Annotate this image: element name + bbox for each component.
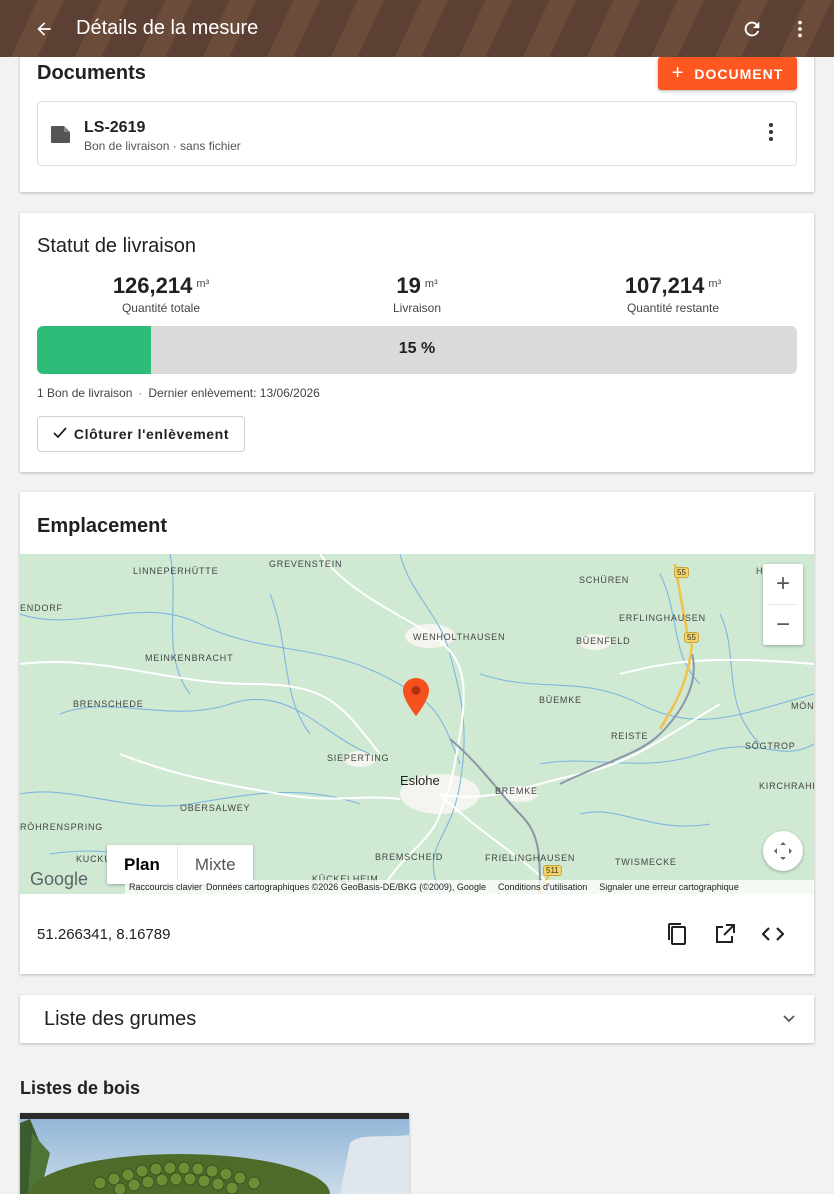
wood-pile-photo[interactable] bbox=[20, 1113, 409, 1194]
logs-list-panel[interactable]: Liste des grumes bbox=[20, 995, 814, 1043]
map-place: MÖN bbox=[791, 701, 814, 711]
document-item[interactable]: LS-2619 Bon de livraison · sans fichier bbox=[37, 101, 797, 166]
map-place: BRENSCHEDE bbox=[73, 699, 144, 709]
map-place: OBERSALWEY bbox=[180, 803, 251, 813]
zoom-in-button[interactable]: + bbox=[763, 564, 803, 604]
wood-lists-title: Listes de bois bbox=[20, 1078, 141, 1098]
status-title: Statut de livraison bbox=[37, 235, 196, 257]
chevron-down-icon[interactable] bbox=[782, 1011, 796, 1029]
map-terrain bbox=[20, 554, 814, 894]
copy-icon[interactable] bbox=[663, 920, 691, 948]
map-place: SCHÜREN bbox=[579, 575, 630, 585]
delivery-status-card: Statut de livraison 126,214 m³ Quantité t… bbox=[20, 213, 814, 472]
report-error-link[interactable]: Signaler une erreur cartographique bbox=[599, 882, 739, 892]
plus-icon: + bbox=[671, 62, 685, 84]
google-logo: Google bbox=[30, 869, 89, 889]
documents-card: Documents + DOCUMENT LS-2619 Bon de livr… bbox=[20, 40, 814, 192]
more-vertical-icon[interactable] bbox=[786, 15, 814, 43]
check-icon bbox=[53, 426, 67, 442]
coordinates: 51.266341, 8.16789 bbox=[37, 926, 171, 943]
documents-title: Documents bbox=[37, 62, 146, 84]
stat-label: Livraison bbox=[392, 301, 442, 315]
stat-value: 19 bbox=[396, 273, 421, 298]
map-place: GREVENSTEIN bbox=[269, 559, 343, 569]
map-place: BÜEMKE bbox=[539, 695, 582, 705]
terms-link[interactable]: Conditions d'utilisation bbox=[498, 882, 587, 892]
stat-unit: m³ bbox=[196, 278, 210, 290]
location-card: Emplacement LINNEPERHÜTTE GREVENSTEIN SC… bbox=[20, 492, 814, 974]
map[interactable]: LINNEPERHÜTTE GREVENSTEIN SCHÜREN HORBA … bbox=[20, 554, 814, 894]
stat-label: Quantité totale bbox=[121, 301, 201, 315]
map-place: ERFLINGHAUSEN bbox=[619, 613, 706, 623]
last-pickup: Dernier enlèvement: 13/06/2026 bbox=[148, 386, 320, 400]
code-icon[interactable] bbox=[759, 920, 787, 948]
map-place: LINNEPERHÜTTE bbox=[133, 566, 219, 576]
stat-remaining: 107,214 m³ Quantité restante bbox=[573, 273, 773, 315]
map-place: MEINKENBRACHT bbox=[145, 653, 234, 663]
location-title: Emplacement bbox=[37, 515, 168, 537]
page-title: Détails de la mesure bbox=[76, 17, 259, 39]
stat-value: 126,214 bbox=[112, 273, 193, 298]
stat-value: 107,214 bbox=[624, 273, 705, 298]
open-external-icon[interactable] bbox=[711, 920, 739, 948]
keyboard-shortcuts-link[interactable]: Raccourcis clavier bbox=[129, 882, 202, 892]
map-place: BREMKE bbox=[495, 786, 538, 796]
map-place: SÖGTROP bbox=[745, 741, 796, 751]
map-place: SIEPERTING bbox=[327, 753, 390, 763]
add-document-button[interactable]: + DOCUMENT bbox=[658, 57, 797, 90]
close-pickup-button[interactable]: Clôturer l'enlèvement bbox=[37, 416, 245, 452]
map-place: TWISMECKE bbox=[615, 857, 677, 867]
map-place: KIRCHRAHE bbox=[759, 781, 814, 791]
road-shield: 511 bbox=[543, 865, 562, 876]
progress-label: 15 % bbox=[398, 340, 436, 357]
map-place: BREMSCHEID bbox=[375, 852, 444, 862]
map-pin-icon[interactable] bbox=[403, 678, 429, 721]
app-bar: Détails de la mesure bbox=[0, 0, 834, 57]
zoom-out-button[interactable]: − bbox=[763, 605, 803, 645]
map-zoom-control: + − bbox=[763, 564, 803, 645]
map-place: REISTE bbox=[611, 731, 649, 741]
map-type-mixed[interactable]: Mixte bbox=[176, 845, 253, 884]
arrow-left-icon[interactable] bbox=[30, 15, 58, 43]
document-name: LS-2619 bbox=[84, 119, 146, 136]
map-place: ENDORF bbox=[20, 603, 63, 613]
refresh-icon[interactable] bbox=[738, 15, 766, 43]
map-place-town: Eslohe bbox=[400, 773, 440, 788]
map-data-attribution: Données cartographiques ©2026 GeoBasis-D… bbox=[206, 882, 486, 892]
logs-list-title: Liste des grumes bbox=[44, 1008, 197, 1030]
road-shield: 55 bbox=[684, 632, 699, 643]
document-more-icon[interactable] bbox=[768, 122, 774, 147]
map-place: WENHOLTHAUSEN bbox=[413, 632, 506, 642]
map-place: RÖHRENSPRING bbox=[20, 822, 104, 832]
add-document-label: DOCUMENT bbox=[694, 65, 784, 82]
map-attribution: Raccourcis clavier Données cartographiqu… bbox=[125, 880, 814, 894]
camera-control-icon[interactable] bbox=[763, 831, 803, 871]
document-icon bbox=[50, 124, 72, 149]
stat-delivery: 19 m³ Livraison bbox=[317, 273, 517, 315]
delivery-meta: 1 Bon de livraison · Dernier enlèvement: 1… bbox=[37, 386, 320, 400]
stat-unit: m³ bbox=[424, 278, 438, 290]
map-place: BÜENFELD bbox=[576, 636, 631, 646]
close-pickup-label: Clôturer l'enlèvement bbox=[73, 426, 230, 442]
document-subtitle: Bon de livraison · sans fichier bbox=[84, 139, 241, 153]
map-type-control: Plan Mixte bbox=[107, 845, 253, 884]
map-type-plan[interactable]: Plan bbox=[107, 845, 177, 884]
stat-total: 126,214 m³ Quantité totale bbox=[61, 273, 261, 315]
stat-label: Quantité restante bbox=[626, 301, 720, 315]
map-place: FRIELINGHAUSEN bbox=[485, 853, 576, 863]
delivery-progress-bar: 15 % bbox=[37, 326, 797, 374]
road-shield: 55 bbox=[674, 567, 689, 578]
notes-count: 1 Bon de livraison bbox=[37, 386, 133, 400]
stat-unit: m³ bbox=[708, 278, 722, 290]
